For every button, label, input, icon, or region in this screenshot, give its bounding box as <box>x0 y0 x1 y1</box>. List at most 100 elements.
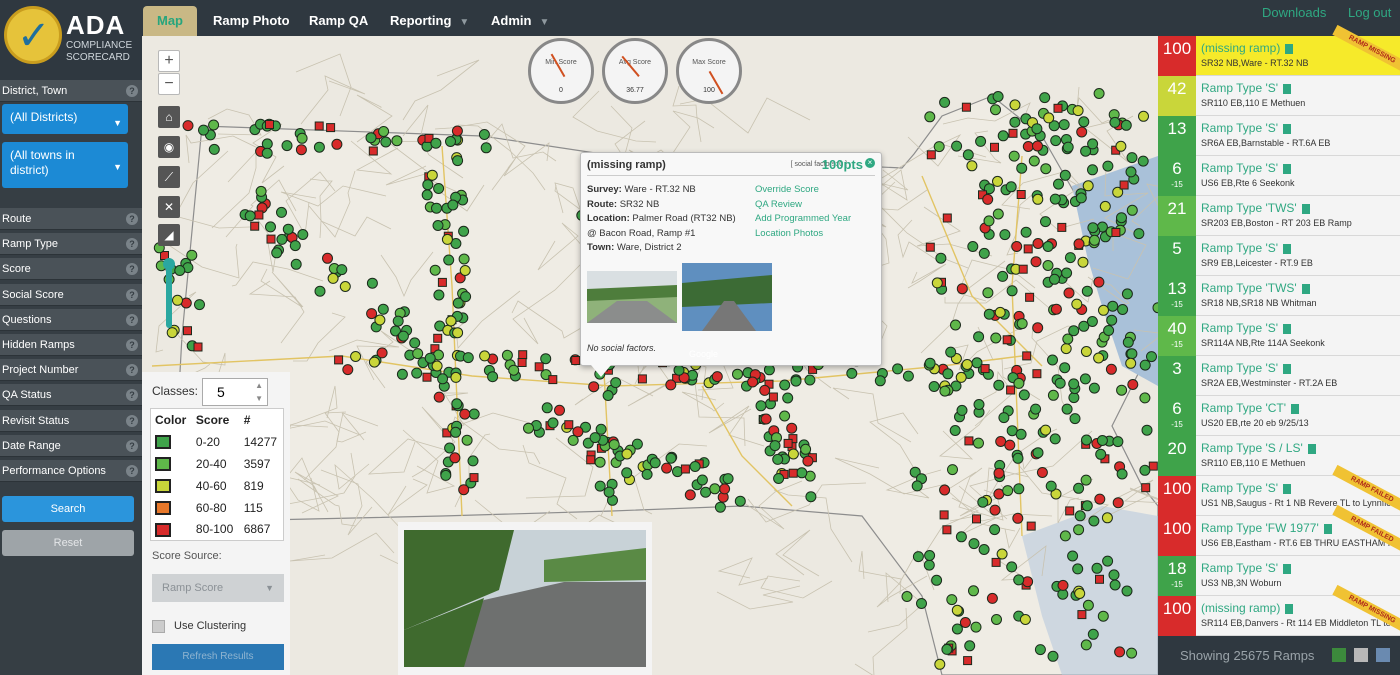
ramp-marker[interactable] <box>967 241 979 252</box>
search-button[interactable]: Search <box>2 496 134 522</box>
ramp-marker[interactable] <box>1126 152 1138 164</box>
ramp-marker[interactable] <box>366 308 378 320</box>
tools-icon[interactable]: ✕ <box>158 196 180 218</box>
close-icon[interactable]: × <box>865 158 875 168</box>
help-icon[interactable]: ? <box>126 414 138 427</box>
ramp-marker[interactable] <box>478 129 490 140</box>
ramp-marker[interactable] <box>445 315 457 327</box>
ramp-marker[interactable] <box>755 400 767 412</box>
ramp-marker[interactable] <box>1013 574 1025 586</box>
ramp-marker[interactable] <box>431 202 442 214</box>
ramp-marker[interactable] <box>452 327 464 339</box>
ramp-marker[interactable] <box>649 457 661 469</box>
ramp-marker[interactable] <box>989 524 1001 536</box>
ramp-marker[interactable] <box>1116 212 1127 224</box>
filter-qa-status[interactable]: QA Status? <box>0 384 142 407</box>
ramp-marker[interactable] <box>964 640 976 652</box>
ramp-marker[interactable] <box>350 351 362 362</box>
ramp-marker[interactable] <box>680 464 690 474</box>
ramp-marker[interactable] <box>1040 216 1051 228</box>
ramp-marker[interactable] <box>441 233 453 245</box>
refresh-results-button[interactable]: Refresh Results <box>152 644 284 670</box>
ramp-marker[interactable] <box>1080 639 1092 651</box>
ramp-marker[interactable] <box>991 557 1001 567</box>
ramp-marker[interactable] <box>397 330 409 342</box>
ramp-marker[interactable] <box>1073 482 1085 494</box>
ramp-marker[interactable] <box>963 656 973 666</box>
ramp-marker[interactable] <box>1015 428 1027 440</box>
ramp-marker[interactable] <box>1120 119 1132 131</box>
ramp-marker[interactable] <box>990 104 1001 116</box>
ramp-marker[interactable] <box>1057 222 1067 232</box>
ramp-marker[interactable] <box>1032 193 1044 205</box>
ramp-type-link[interactable]: Ramp Type 'S' <box>1201 121 1292 135</box>
ramp-marker[interactable] <box>1002 335 1012 345</box>
ramp-marker[interactable] <box>1047 389 1059 401</box>
ramp-marker[interactable] <box>459 408 471 420</box>
ramp-marker[interactable] <box>982 193 994 205</box>
ramp-marker[interactable] <box>975 135 987 147</box>
document-icon[interactable] <box>1283 363 1292 374</box>
ramp-marker[interactable] <box>684 489 696 501</box>
ramp-marker[interactable] <box>1102 160 1114 172</box>
ramp-marker[interactable] <box>978 247 990 259</box>
ramp-type-link[interactable]: Ramp Type 'S' <box>1201 161 1292 175</box>
ramp-marker[interactable] <box>501 349 513 361</box>
ramp-marker[interactable] <box>1098 304 1109 316</box>
ramp-marker[interactable] <box>1126 204 1138 216</box>
ramp-marker[interactable] <box>621 467 633 479</box>
town-select[interactable]: (All towns in district) ▼ <box>2 142 128 188</box>
ramp-marker[interactable] <box>892 363 904 375</box>
ramp-marker[interactable] <box>1097 610 1109 622</box>
ramp-list-item[interactable]: 100 Ramp Type 'FW 1977' US6 EB,Eastham - R… <box>1158 504 1400 556</box>
ramp-marker[interactable] <box>972 514 981 524</box>
ramp-marker[interactable] <box>198 124 209 136</box>
ramp-marker[interactable] <box>990 332 1002 344</box>
document-icon[interactable] <box>1283 83 1292 94</box>
ramp-marker[interactable] <box>1109 116 1121 128</box>
ramp-marker[interactable] <box>1072 105 1084 117</box>
ramp-marker[interactable] <box>912 551 924 563</box>
ramp-marker[interactable] <box>990 142 999 152</box>
ramp-marker[interactable] <box>1022 141 1034 152</box>
ramp-marker[interactable] <box>1020 226 1032 238</box>
ramp-marker[interactable] <box>1008 128 1018 138</box>
filter-route[interactable]: Route? <box>0 208 142 230</box>
ramp-marker[interactable] <box>942 368 954 380</box>
ramp-marker[interactable] <box>911 480 923 492</box>
ramp-marker[interactable] <box>1071 298 1083 310</box>
ramp-marker[interactable] <box>1058 119 1070 131</box>
ramp-marker[interactable] <box>1040 424 1052 436</box>
document-icon[interactable] <box>1283 123 1292 134</box>
ramp-marker[interactable] <box>1087 222 1099 234</box>
ramp-marker[interactable] <box>250 221 260 231</box>
ramp-marker[interactable] <box>993 379 1005 391</box>
ramp-marker[interactable] <box>951 140 963 152</box>
ramp-marker[interactable] <box>1146 351 1157 363</box>
ramp-marker[interactable] <box>986 592 998 604</box>
ramp-type-link[interactable]: Ramp Type 'CT' <box>1201 401 1300 415</box>
ramp-marker[interactable] <box>962 149 974 161</box>
ramp-marker[interactable] <box>621 448 633 460</box>
ramp-marker[interactable] <box>995 436 1007 447</box>
ramp-list-item[interactable]: 100 Ramp Type 'S' US1 NB,Saugus - Rt 1 NB … <box>1158 464 1400 516</box>
ramp-marker[interactable] <box>1116 468 1128 480</box>
ramp-type-link[interactable]: Ramp Type 'S' <box>1201 321 1292 335</box>
ramp-marker[interactable] <box>1045 480 1057 492</box>
ramp-marker[interactable] <box>1126 348 1138 360</box>
ramp-marker[interactable] <box>281 140 293 152</box>
ramp-marker[interactable] <box>365 132 377 144</box>
ramp-list-item[interactable]: 18 -15 Ramp Type 'S' US3 NB,3N Woburn <box>1158 556 1400 596</box>
ramp-type-link[interactable]: (missing ramp) <box>1201 41 1294 55</box>
ramp-list-item[interactable]: 6 -15 Ramp Type 'S' US6 EB,Rte 6 Seekonk <box>1158 156 1400 196</box>
ramp-marker[interactable] <box>661 462 673 474</box>
export-excel-icon[interactable] <box>1332 648 1346 662</box>
ramp-marker[interactable] <box>1080 474 1092 486</box>
ramp-marker[interactable] <box>1114 646 1126 658</box>
help-icon[interactable]: ? <box>126 288 138 301</box>
ramp-marker[interactable] <box>1079 373 1091 385</box>
ramp-marker[interactable] <box>926 150 936 160</box>
ramp-marker[interactable] <box>1141 424 1153 436</box>
ramp-marker[interactable] <box>276 206 287 218</box>
ramp-marker[interactable] <box>368 146 378 156</box>
